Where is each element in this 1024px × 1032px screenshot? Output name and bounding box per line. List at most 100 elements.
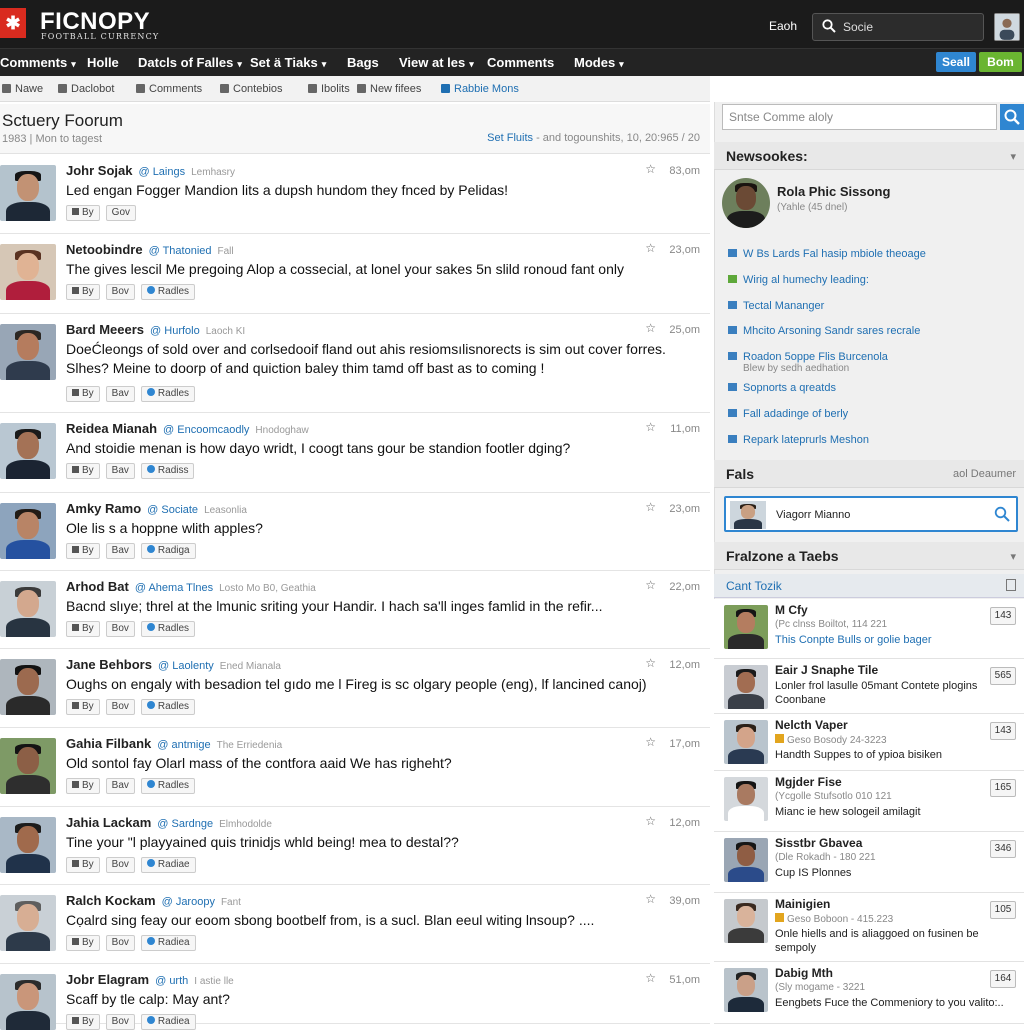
subnav-item-0[interactable]: Nawe bbox=[2, 83, 43, 95]
news-link[interactable]: Mhcito Arsoning Sandr sares recrale bbox=[728, 325, 920, 337]
news-link[interactable]: Sopnorts a qreatds bbox=[728, 382, 836, 394]
avatar[interactable] bbox=[0, 165, 56, 221]
reply-button[interactable]: Radiea bbox=[140, 935, 196, 951]
by-button[interactable]: By bbox=[66, 857, 100, 873]
document-icon[interactable] bbox=[1006, 579, 1016, 591]
subnav-item-6[interactable]: Rabbie Mons bbox=[441, 83, 519, 95]
star-icon[interactable]: ☆ bbox=[645, 162, 656, 176]
avatar[interactable] bbox=[0, 974, 56, 1030]
post-handle[interactable]: @ Laings bbox=[138, 166, 185, 178]
post-handle[interactable]: @ Laolenty bbox=[158, 660, 214, 672]
post-author[interactable]: Johr Sojak bbox=[66, 163, 132, 178]
view-button[interactable]: Bov bbox=[105, 621, 135, 637]
post-author[interactable]: Ralch Kockam bbox=[66, 893, 156, 908]
star-icon[interactable]: ☆ bbox=[645, 241, 656, 255]
reply-button[interactable]: Radiga bbox=[140, 543, 196, 559]
view-button[interactable]: Bov bbox=[105, 935, 135, 951]
subnav-item-2[interactable]: Comments bbox=[136, 83, 202, 95]
post-author[interactable]: Amky Ramo bbox=[66, 501, 141, 516]
header-search-input[interactable]: Socie bbox=[812, 13, 984, 41]
view-button[interactable]: Bov bbox=[105, 1014, 135, 1030]
reply-button[interactable]: Radles bbox=[140, 284, 196, 300]
post-author[interactable]: Netoobindre bbox=[66, 242, 143, 257]
star-icon[interactable]: ☆ bbox=[645, 420, 656, 434]
news-link[interactable]: Wirig al humechy leading: bbox=[728, 274, 869, 286]
subnav-item-1[interactable]: Daclobot bbox=[58, 83, 114, 95]
nav-item-1[interactable]: Holle bbox=[87, 55, 119, 70]
star-icon[interactable]: ☆ bbox=[645, 814, 656, 828]
thread-item[interactable]: Mgjder Fise (Ycgolle Stufsotlo 010 121 Mia… bbox=[714, 771, 1024, 832]
star-icon[interactable]: ☆ bbox=[645, 500, 656, 514]
news-link[interactable]: Repark lateprurls Meshon bbox=[728, 434, 869, 446]
reply-button[interactable]: Radiae bbox=[140, 857, 196, 873]
news-section-header[interactable]: Newsookes: ▾ bbox=[714, 142, 1024, 170]
post-handle[interactable]: @ antmige bbox=[157, 739, 210, 751]
by-button[interactable]: By bbox=[66, 386, 100, 402]
post-handle[interactable]: @ Hurfolo bbox=[150, 325, 200, 337]
news-link[interactable]: Tectal Mananger bbox=[728, 300, 824, 312]
avatar[interactable] bbox=[0, 324, 56, 380]
avatar[interactable] bbox=[0, 895, 56, 951]
star-icon[interactable]: ☆ bbox=[645, 892, 656, 906]
view-button[interactable]: Gov bbox=[105, 205, 137, 221]
post-author[interactable]: Reidea Mianah bbox=[66, 421, 157, 436]
star-icon[interactable]: ☆ bbox=[645, 578, 656, 592]
avatar[interactable] bbox=[0, 503, 56, 559]
search-button[interactable]: Seall bbox=[936, 52, 976, 72]
subnav-item-4[interactable]: Ibolits bbox=[308, 83, 350, 95]
post-author[interactable]: Jahia Lackam bbox=[66, 815, 151, 830]
by-button[interactable]: By bbox=[66, 1014, 100, 1030]
top-link[interactable]: Eaoh bbox=[769, 19, 797, 33]
post-handle[interactable]: @ Sociate bbox=[147, 504, 198, 516]
reply-button[interactable]: Radles bbox=[140, 621, 196, 637]
by-button[interactable]: By bbox=[66, 935, 100, 951]
view-button[interactable]: Bov bbox=[105, 699, 135, 715]
avatar[interactable] bbox=[0, 738, 56, 794]
nav-item-6[interactable]: Comments bbox=[487, 55, 554, 70]
reply-button[interactable]: Radles bbox=[140, 386, 196, 402]
sidebar-search-input[interactable]: Sntse Comme aloly bbox=[722, 104, 997, 130]
view-button[interactable]: Bav bbox=[105, 463, 135, 479]
by-button[interactable]: By bbox=[66, 205, 100, 221]
user-avatar[interactable] bbox=[994, 13, 1020, 41]
thread-item[interactable]: Nelcth Vaper Geso Bosody 24-3223 Handth Su… bbox=[714, 714, 1024, 771]
avatar[interactable] bbox=[0, 244, 56, 300]
avatar[interactable] bbox=[0, 581, 56, 637]
by-button[interactable]: By bbox=[66, 543, 100, 559]
nav-item-4[interactable]: Bags bbox=[347, 55, 379, 70]
star-icon[interactable]: ☆ bbox=[645, 971, 656, 985]
by-button[interactable]: By bbox=[66, 621, 100, 637]
reply-button[interactable]: Radles bbox=[140, 699, 196, 715]
nav-item-2[interactable]: Datcls of Falles ▾ bbox=[138, 55, 242, 70]
post-author[interactable]: Jane Behbors bbox=[66, 657, 152, 672]
nav-item-0[interactable]: Comments ▾ bbox=[0, 55, 76, 70]
thread-item[interactable]: Sisstbr Gbavea (Dle Rokadh - 180 221 Cup I… bbox=[714, 832, 1024, 893]
fans-right-label[interactable]: aol Deaumer bbox=[953, 468, 1016, 480]
post-handle[interactable]: @ urth bbox=[155, 975, 188, 987]
star-icon[interactable]: ☆ bbox=[645, 735, 656, 749]
reply-button[interactable]: Radiss bbox=[140, 463, 195, 479]
tab-cant-tozik[interactable]: Cant Tozik bbox=[726, 579, 782, 593]
reply-button[interactable]: Radiea bbox=[140, 1014, 196, 1030]
search-icon[interactable] bbox=[994, 506, 1010, 522]
star-icon[interactable]: ☆ bbox=[645, 656, 656, 670]
post-handle[interactable]: @ Encoomcaodly bbox=[163, 424, 249, 436]
post-author[interactable]: Gahia Filbank bbox=[66, 736, 151, 751]
post-handle[interactable]: @ Thatonied bbox=[149, 245, 212, 257]
subnav-item-3[interactable]: Contebios bbox=[220, 83, 283, 95]
post-author[interactable]: Jobr Elagram bbox=[66, 972, 149, 987]
by-button[interactable]: By bbox=[66, 778, 100, 794]
view-button[interactable]: Bov bbox=[105, 857, 135, 873]
nav-item-5[interactable]: View at les ▾ bbox=[399, 55, 474, 70]
post-author[interactable]: Arhod Bat bbox=[66, 579, 129, 594]
chevron-down-icon[interactable]: ▾ bbox=[1010, 150, 1016, 163]
avatar[interactable] bbox=[0, 659, 56, 715]
by-button[interactable]: By bbox=[66, 699, 100, 715]
chevron-down-icon[interactable]: ▾ bbox=[1010, 550, 1016, 563]
post-handle[interactable]: @ Ahema Tlnes bbox=[135, 582, 213, 594]
fans-search-input[interactable]: Viagorr Mianno bbox=[724, 496, 1018, 532]
news-link[interactable]: Fall adadinge of berly bbox=[728, 408, 848, 420]
brand-logo-icon[interactable]: ✱ bbox=[0, 8, 26, 38]
avatar[interactable] bbox=[0, 423, 56, 479]
news-link[interactable]: W Bs Lards Fal hasip mbiole theoage bbox=[728, 248, 926, 260]
